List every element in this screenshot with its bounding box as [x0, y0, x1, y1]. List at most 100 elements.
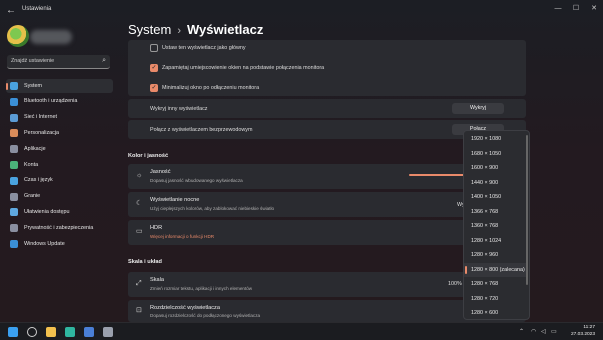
globe-icon: [10, 176, 18, 185]
person-icon: [10, 161, 18, 169]
sidebar-item-personalizacja[interactable]: Personalizacja: [6, 126, 113, 140]
chevron-right-icon: ›: [177, 25, 182, 37]
sidebar-item-granie[interactable]: Granie: [6, 190, 113, 204]
speaker-icon[interactable]: ◁: [541, 328, 546, 335]
sidebar-item-windows-update[interactable]: Windows Update: [6, 237, 113, 251]
chevron-up-icon[interactable]: ⌃: [519, 328, 524, 335]
resolution-option-label: 1440 × 900: [471, 179, 499, 186]
store-icon[interactable]: [84, 327, 94, 337]
sidebar-item-ułatwienia-dostępu[interactable]: Ułatwienia dostępu: [6, 205, 113, 219]
resolution-option[interactable]: 1280 × 800 (zalecana): [464, 262, 528, 277]
section-heading-color: Kolor i jasność: [128, 153, 169, 159]
resolution-option[interactable]: 1280 × 720: [464, 292, 528, 307]
sidebar-item-konta[interactable]: Konta: [6, 158, 113, 172]
close-button[interactable]: ✕: [587, 3, 601, 15]
resolution-option[interactable]: 1400 × 1050: [464, 190, 528, 205]
monitor-icon: [10, 82, 18, 90]
gamepad-icon: [10, 192, 18, 201]
resolution-option-label: 1280 × 768: [471, 281, 499, 287]
brush-icon: [10, 129, 18, 138]
resolution-option-label: 1280 × 600: [471, 310, 499, 316]
detect-display-row: Wykryj inny wyświetlacz Wykryj: [128, 99, 526, 118]
resolution-option-label: 1680 × 1050: [471, 150, 502, 157]
resolution-icon: ⊡: [136, 307, 142, 314]
checkbox-label: Zapamiętaj umiejscowienie okien na podst…: [162, 64, 325, 71]
sidebar-item-label: Aplikacje: [24, 145, 46, 152]
minimize-button[interactable]: —: [551, 3, 565, 15]
resolution-option[interactable]: 1280 × 600: [464, 306, 528, 319]
resolution-option-label: 1366 × 768: [471, 208, 499, 215]
sidebar-item-label: Czas i język: [24, 177, 53, 184]
sidebar-item-czas-i-język[interactable]: Czas i język: [6, 174, 113, 188]
detect-button[interactable]: Wykryj: [452, 103, 504, 114]
resolution-option[interactable]: 1280 × 1024: [464, 234, 528, 249]
resolution-option[interactable]: 1280 × 960: [464, 248, 528, 263]
checkbox-remember-windows[interactable]: ✓: [150, 64, 158, 72]
wireless-label: Połącz z wyświetlaczem bezprzewodowym: [150, 126, 253, 133]
hdr-icon: ▭: [136, 228, 143, 235]
sidebar-item-label: Bluetooth i urządzenia: [24, 98, 78, 105]
sidebar-item-label: Konta: [24, 161, 39, 168]
clock[interactable]: 11:27 27.03.2023: [571, 325, 595, 338]
windows-start-icon[interactable]: [8, 327, 18, 337]
checkbox-label: Ustaw ten wyświetlacz jako główny: [162, 44, 246, 51]
refresh-icon: [10, 240, 18, 248]
resolution-option-label: 1280 × 800 (zalecana): [471, 266, 525, 273]
search-placeholder: Znajdź ustawienie: [11, 58, 55, 64]
taskbar: ⌃ ◠ ◁ ▭ 11:27 27.03.2023: [0, 322, 603, 340]
resolution-option[interactable]: 1680 × 1050: [464, 147, 528, 162]
resolution-option[interactable]: 1600 × 900: [464, 161, 528, 176]
sidebar-item-label: Windows Update: [24, 240, 65, 247]
brightness-slider[interactable]: [409, 174, 465, 176]
night-light-title: Wyświetlanie nocne: [150, 197, 200, 203]
section-heading-scale: Skala i układ: [128, 259, 162, 265]
sidebar-item-label: Sieć i Internet: [24, 114, 57, 121]
sidebar-item-label: Prywatność i zabezpieczenia: [24, 224, 94, 231]
brightness-title: Jasność: [150, 169, 171, 175]
resolution-option[interactable]: 1440 × 900: [464, 176, 528, 191]
back-arrow-icon[interactable]: ←: [6, 5, 18, 17]
sidebar-item-sieć-i-internet[interactable]: Sieć i Internet: [6, 111, 113, 125]
breadcrumb-parent[interactable]: System: [128, 22, 171, 37]
selected-indicator: [465, 265, 467, 274]
multi-display-card: Ustaw ten wyświetlacz jako główny ✓ Zapa…: [128, 40, 526, 96]
active-indicator: [6, 83, 8, 90]
sidebar-item-prywatność-i-zabezpieczenia[interactable]: Prywatność i zabezpieczenia: [6, 221, 113, 235]
scale-select[interactable]: 100%: [448, 281, 462, 287]
resolution-option-label: 1920 × 1080: [471, 136, 502, 142]
resolution-option[interactable]: 1920 × 1080: [464, 132, 528, 147]
sidebar-item-system[interactable]: System: [6, 79, 113, 93]
resolution-option[interactable]: 1366 × 768: [464, 205, 528, 220]
resolution-option-label: 1400 × 1050: [471, 194, 502, 200]
scale-icon: ⤢: [136, 280, 142, 287]
checkbox-minimize-windows[interactable]: ✓: [150, 84, 158, 92]
file-explorer-icon[interactable]: [46, 327, 56, 337]
checkbox-primary-display[interactable]: [150, 44, 158, 52]
resolution-option-label: 1280 × 720: [471, 295, 499, 302]
accessibility-icon: [10, 208, 18, 217]
maximize-button[interactable]: ☐: [569, 3, 583, 15]
wifi-icon[interactable]: ◠: [531, 328, 536, 335]
night-light-icon: ☾: [136, 200, 143, 207]
edge-icon[interactable]: [65, 327, 75, 337]
sidebar-item-aplikacje[interactable]: Aplikacje: [6, 142, 113, 156]
account-name-blurred: [30, 30, 72, 44]
settings-icon[interactable]: [103, 327, 113, 337]
resolution-title: Rozdzielczość wyświetlacza: [150, 305, 220, 311]
resolution-option[interactable]: 1360 × 768: [464, 219, 528, 234]
battery-icon[interactable]: ▭: [551, 328, 557, 335]
sidebar-item-bluetooth-i-urządzenia[interactable]: Bluetooth i urządzenia: [6, 95, 113, 109]
title-bar: ← Ustawienia — ☐ ✕: [0, 0, 603, 22]
resolution-option-label: 1600 × 900: [471, 165, 499, 171]
hdr-info-link[interactable]: Więcej informacji o funkcji HDR: [150, 234, 214, 239]
resolution-option-label: 1280 × 1024: [471, 237, 502, 244]
wifi-icon: [10, 113, 18, 122]
detect-label: Wykryj inny wyświetlacz: [150, 105, 208, 112]
resolution-option[interactable]: 1280 × 768: [464, 277, 528, 292]
search-icon[interactable]: [27, 327, 37, 337]
dropdown-scrollbar[interactable]: [526, 135, 528, 285]
resolution-dropdown[interactable]: 1920 × 1080 1680 × 1050 1600 × 900 1440 × 9…: [463, 130, 530, 320]
avatar[interactable]: [7, 25, 29, 47]
sun-icon: ☼: [136, 172, 143, 179]
search-input[interactable]: Znajdź ustawienie ⌕: [7, 55, 110, 69]
